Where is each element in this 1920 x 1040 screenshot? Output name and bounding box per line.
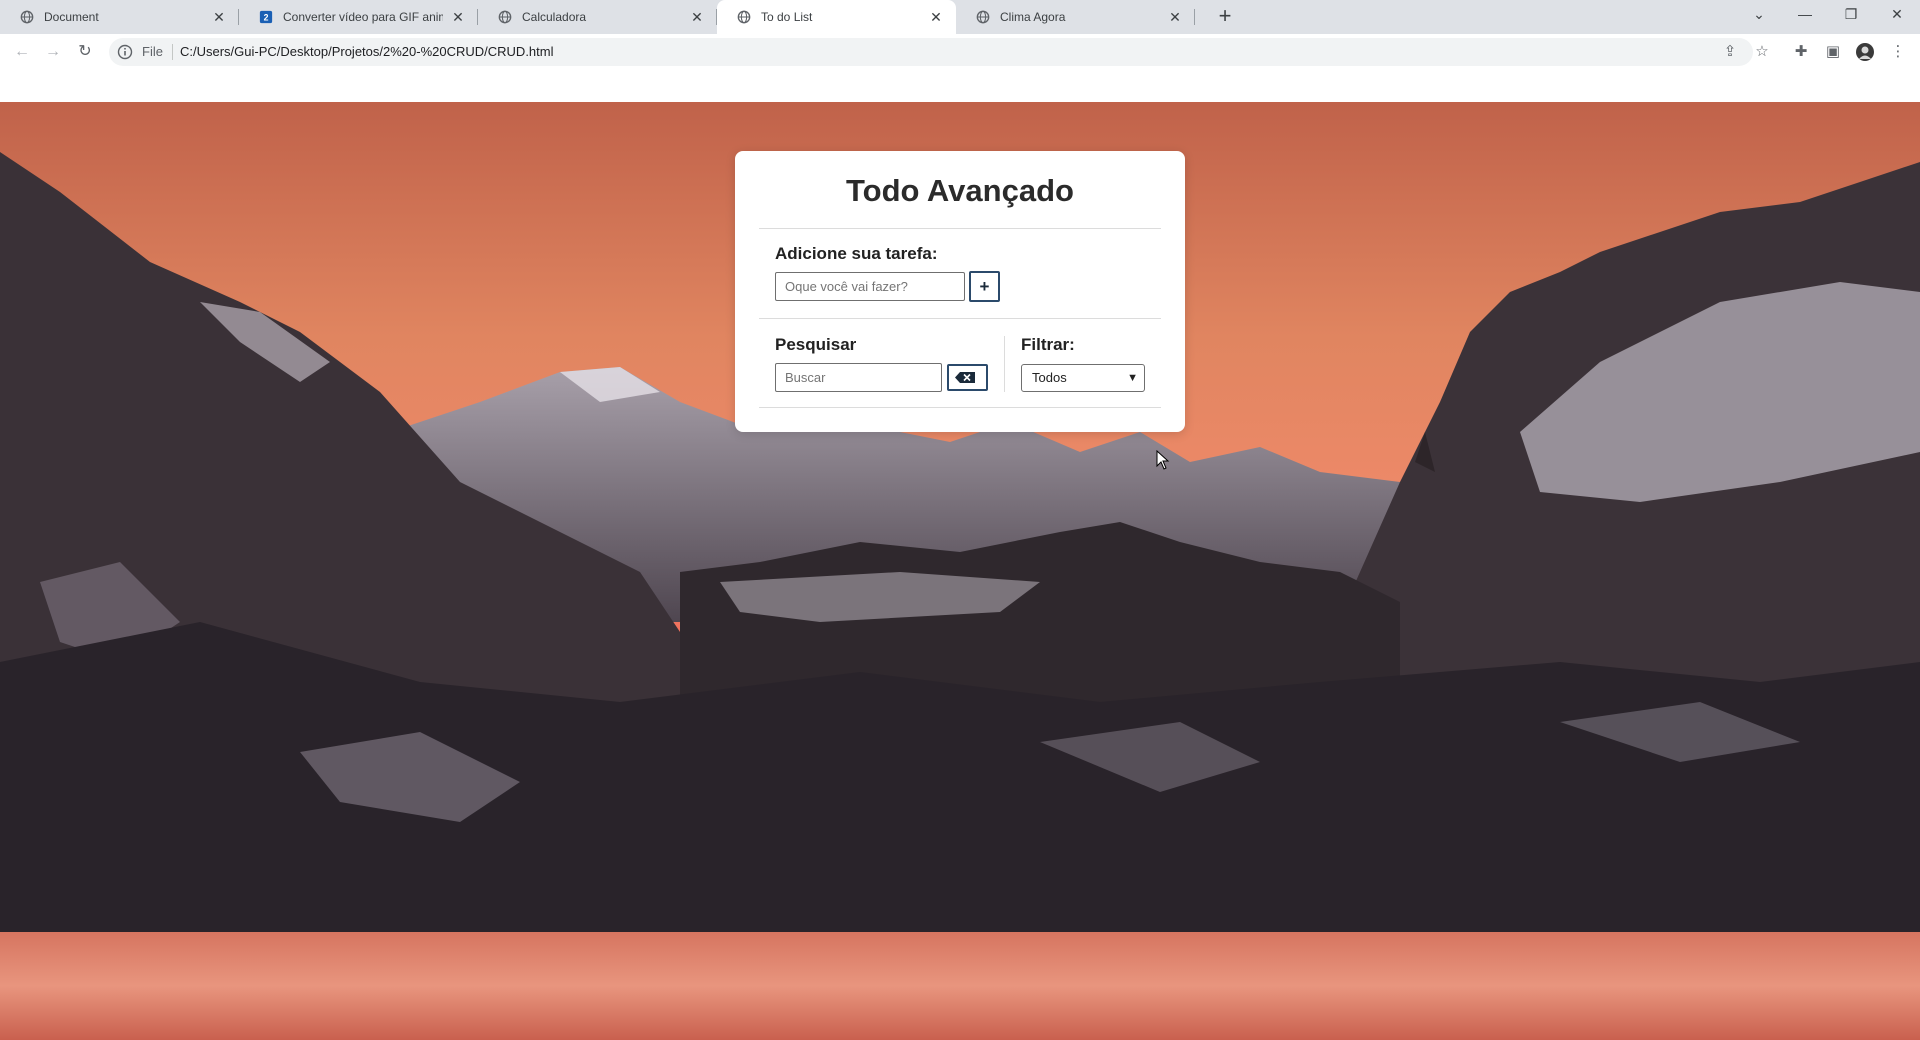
- bookmark-star-icon[interactable]: ☆: [1752, 42, 1772, 62]
- new-tab-icon[interactable]: +: [1213, 5, 1237, 29]
- kebab-menu-icon[interactable]: ⋮: [1888, 42, 1908, 62]
- mouse-cursor-icon: [1156, 450, 1170, 470]
- side-panel-icon[interactable]: ▣: [1823, 42, 1843, 62]
- url-text[interactable]: C:/Users/Gui-PC/Desktop/Projetos/2%20-%2…: [180, 45, 554, 59]
- minimize-icon[interactable]: —: [1782, 0, 1828, 30]
- search-label: Pesquisar: [775, 335, 857, 354]
- back-arrow-icon[interactable]: ←: [11, 41, 33, 63]
- ezgif-icon: 2: [259, 10, 273, 24]
- chevron-down-icon: ▼: [1127, 372, 1138, 384]
- divider: [759, 318, 1161, 319]
- add-task-label: Adicione sua tarefa:: [775, 244, 938, 263]
- address-bar[interactable]: File C:/Users/Gui-PC/Desktop/Projetos/2%…: [109, 38, 1753, 66]
- omnibox-divider: [172, 44, 173, 60]
- clear-search-button[interactable]: [947, 364, 988, 391]
- tab-title: Document: [44, 10, 99, 24]
- restore-icon[interactable]: ❐: [1828, 0, 1874, 30]
- tab-strip: Document ✕ 2 Converter vídeo para GIF an…: [0, 0, 1920, 34]
- divider: [759, 228, 1161, 229]
- tab-todo-list[interactable]: To do List ✕: [717, 0, 956, 34]
- globe-icon: [976, 10, 990, 24]
- backspace-icon: [955, 372, 975, 383]
- filter-selected-value: Todos: [1032, 370, 1067, 385]
- profile-avatar-icon[interactable]: [1855, 42, 1875, 62]
- close-tab-icon[interactable]: ✕: [211, 9, 227, 25]
- tab-clima-agora[interactable]: Clima Agora ✕: [956, 0, 1195, 34]
- task-input[interactable]: [775, 272, 965, 301]
- globe-icon: [737, 10, 751, 24]
- tab-title: Clima Agora: [1000, 10, 1066, 24]
- add-task-button[interactable]: +: [969, 271, 1000, 302]
- close-window-icon[interactable]: ✕: [1874, 0, 1920, 30]
- tab-calculadora[interactable]: Calculadora ✕: [478, 0, 717, 34]
- reload-icon[interactable]: ↻: [74, 41, 96, 63]
- page-top-strip: [0, 70, 1920, 102]
- filter-select[interactable]: Todos ▼: [1021, 364, 1145, 392]
- close-tab-icon[interactable]: ✕: [689, 9, 705, 25]
- close-tab-icon[interactable]: ✕: [450, 9, 466, 25]
- share-icon[interactable]: ⇪: [1720, 42, 1740, 62]
- todo-card: Todo Avançado Adicione sua tarefa: + Pes…: [735, 151, 1185, 432]
- scheme-label: File: [142, 44, 163, 59]
- close-tab-icon[interactable]: ✕: [1167, 9, 1183, 25]
- svg-text:2: 2: [264, 13, 269, 23]
- close-tab-icon[interactable]: ✕: [928, 9, 944, 25]
- divider: [759, 407, 1161, 408]
- tab-ezgif[interactable]: 2 Converter vídeo para GIF animado ✕: [239, 0, 478, 34]
- tab-title: To do List: [761, 10, 813, 24]
- globe-icon: [498, 10, 512, 24]
- globe-icon: [20, 10, 34, 24]
- vertical-divider: [1004, 336, 1005, 392]
- tab-separator: [1194, 9, 1195, 25]
- tab-search-chevron-icon[interactable]: ⌄: [1736, 0, 1782, 30]
- tab-document[interactable]: Document ✕: [0, 0, 239, 34]
- info-icon[interactable]: [117, 44, 133, 60]
- extensions-puzzle-icon[interactable]: ✚: [1791, 42, 1811, 62]
- page-title: Todo Avançado: [846, 173, 1074, 208]
- tab-title: Calculadora: [522, 10, 587, 24]
- forward-arrow-icon[interactable]: →: [42, 41, 64, 63]
- browser-toolbar: ← → ↻ File C:/Users/Gui-PC/Desktop/Proje…: [0, 34, 1920, 70]
- tab-title: Converter vídeo para GIF animado: [283, 10, 443, 24]
- filter-label: Filtrar:: [1021, 335, 1075, 354]
- search-input[interactable]: [775, 363, 942, 392]
